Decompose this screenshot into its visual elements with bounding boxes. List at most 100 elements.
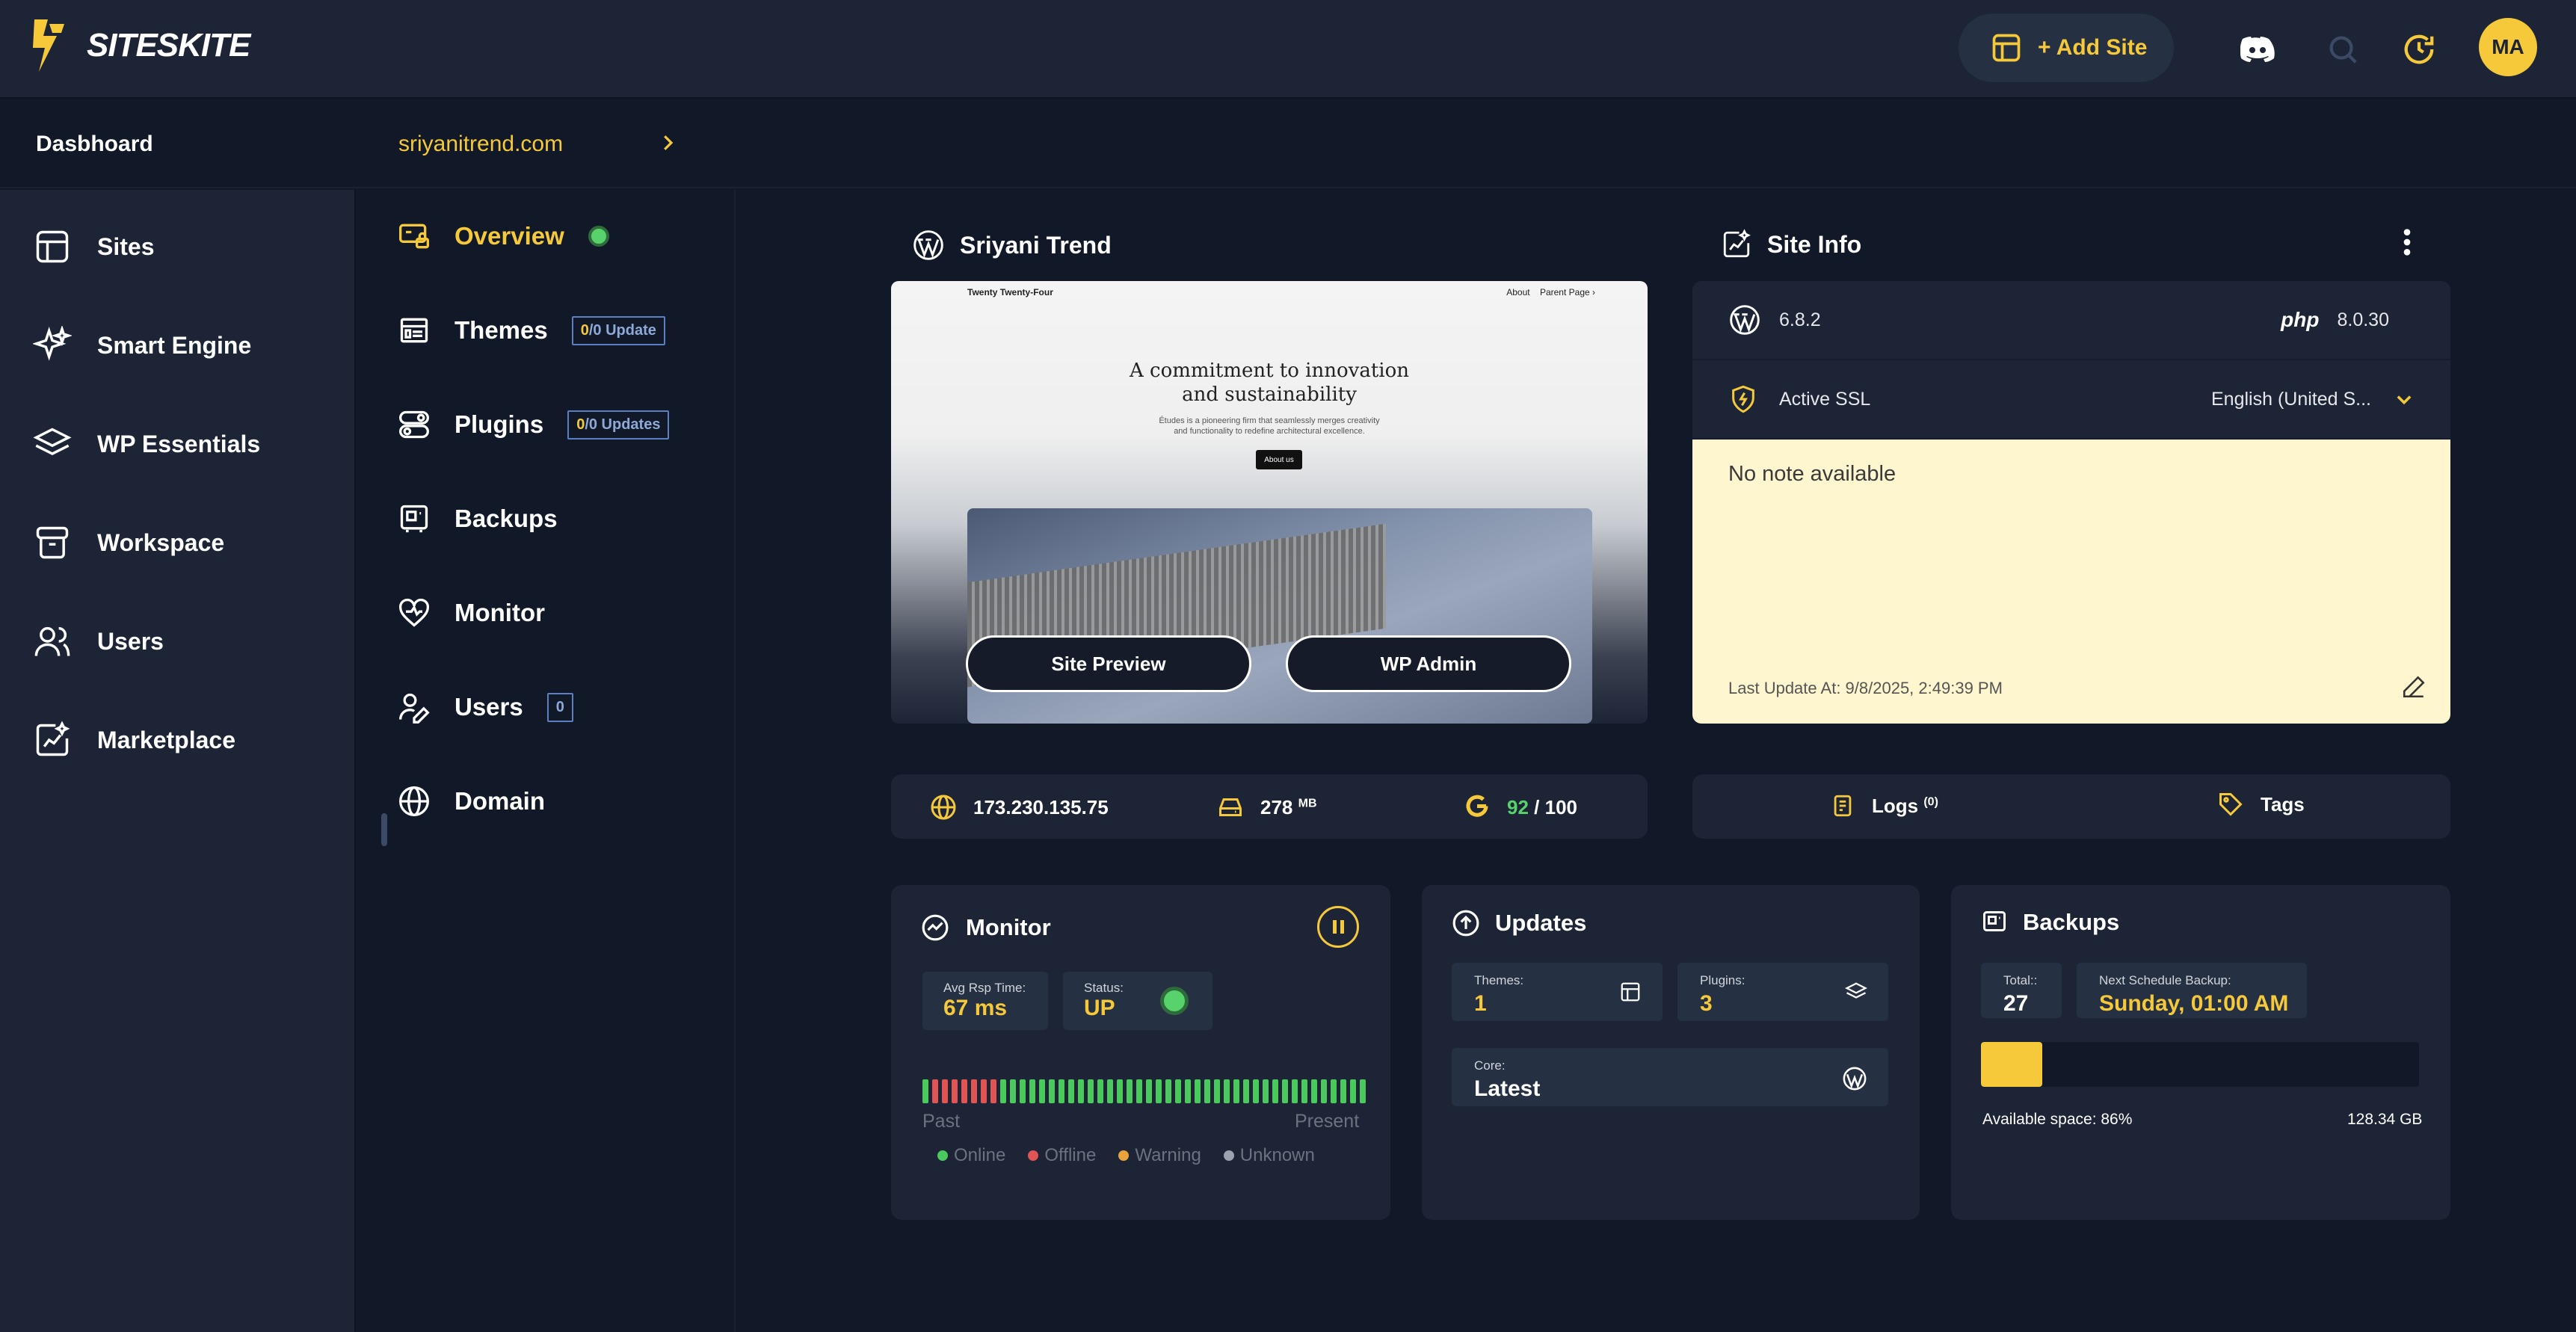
uptime-bar-online	[1146, 1079, 1152, 1103]
uptime-bar-online	[1350, 1079, 1356, 1103]
legend-offline: Offline	[1028, 1145, 1096, 1166]
uptime-legend: Online Offline Warning Unknown	[937, 1145, 1315, 1166]
tab-plugins[interactable]: Plugins 0/0 Updates	[398, 408, 670, 441]
sidebar-item-users[interactable]: Users	[33, 622, 164, 661]
sidebar-item-label: Marketplace	[97, 726, 235, 753]
site-info-icon	[1723, 229, 1751, 258]
site-info-title: Site Info	[1721, 229, 1861, 260]
uptime-bar-offline	[961, 1079, 967, 1103]
uptime-bar-offline	[932, 1079, 938, 1103]
logo-bolt-icon	[33, 19, 64, 72]
tab-overview[interactable]: Overview	[398, 220, 609, 253]
uptime-bar-online	[1185, 1079, 1191, 1103]
uptime-bar-online	[1156, 1079, 1162, 1103]
storage-usage-bar	[1981, 1042, 2419, 1087]
globe-icon	[399, 786, 429, 816]
search-icon[interactable]	[2322, 28, 2364, 70]
subnav-scrollbar[interactable]	[381, 813, 387, 846]
next-backup: Next Schedule Backup: Sunday, 01:00 AM	[2077, 963, 2307, 1018]
tab-domain-label: Domain	[455, 787, 546, 815]
logo[interactable]: SITESKITE	[31, 18, 250, 73]
tab-domain[interactable]: Domain	[398, 785, 545, 818]
discord-icon[interactable]	[2237, 28, 2278, 70]
user-edit-icon	[399, 693, 430, 724]
upload-circle-icon	[1452, 910, 1479, 937]
hard-drive-icon	[1219, 798, 1242, 816]
logs-tags-bar	[1692, 774, 2450, 839]
sidebar-item-workspace[interactable]: Workspace	[33, 523, 224, 562]
uptime-history	[922, 1079, 1366, 1103]
past-label: Past	[922, 1111, 961, 1132]
ssl-row: Active SSL English (United S...	[1692, 360, 2450, 440]
tab-backups[interactable]: Backups	[398, 502, 558, 535]
tab-monitor[interactable]: Monitor	[398, 596, 545, 629]
uptime-bar-online	[1078, 1079, 1084, 1103]
tab-themes-label: Themes	[455, 316, 548, 344]
preview-header: Twenty Twenty-Four About Parent Page ›	[967, 287, 1595, 297]
site-title: Sriyani Trend	[912, 229, 1112, 262]
status-indicator	[1160, 987, 1189, 1015]
themes-icon	[400, 318, 428, 343]
uptime-bar-online	[1195, 1079, 1201, 1103]
sidebar-item-sites[interactable]: Sites	[33, 227, 154, 266]
layout-icon	[36, 230, 69, 263]
layout-icon	[1992, 34, 2021, 62]
google-icon	[1466, 795, 1488, 817]
chevron-right-icon[interactable]	[656, 132, 679, 154]
sidebar-item-wp-essentials[interactable]: WP Essentials	[33, 425, 260, 463]
tab-themes[interactable]: Themes 0/0 Update	[398, 314, 665, 347]
preview-body: Études is a pioneering firm that seamles…	[1159, 416, 1380, 436]
sidebar-item-label: Smart Engine	[97, 331, 252, 359]
site-preview-thumbnail: Twenty Twenty-Four About Parent Page › A…	[891, 281, 1648, 724]
php-version: 8.0.30	[2337, 309, 2389, 330]
themes-updates[interactable]: Themes: 1	[1452, 963, 1663, 1021]
uptime-bar-online	[1107, 1079, 1113, 1103]
uptime-bar-online	[1360, 1079, 1366, 1103]
avatar[interactable]: MA	[2479, 18, 2537, 76]
uptime-bar-online	[1282, 1079, 1288, 1103]
uptime-bar-online	[1263, 1079, 1269, 1103]
users-icon	[34, 626, 70, 656]
plugins-toggle-icon	[399, 410, 429, 439]
wp-admin-button[interactable]: WP Admin	[1286, 635, 1571, 692]
uptime-bar-online	[922, 1079, 928, 1103]
sidebar-item-smart-engine[interactable]: Smart Engine	[33, 326, 251, 365]
core-updates[interactable]: Core: Latest	[1452, 1048, 1888, 1106]
themes-update-badge: 0/0 Update	[571, 315, 665, 345]
language-select[interactable]: English (United S...	[2211, 389, 2371, 410]
uptime-bar-online	[1136, 1079, 1142, 1103]
history-icon[interactable]	[2398, 28, 2440, 70]
uptime-bar-online	[1088, 1079, 1094, 1103]
brand-name: SITESKITE	[87, 27, 250, 64]
ip-stat: 173.230.135.75	[930, 794, 1109, 821]
legend-unknown: Unknown	[1223, 1145, 1315, 1166]
legend-online: Online	[937, 1145, 1005, 1166]
uptime-bar-online	[1331, 1079, 1337, 1103]
uptime-bar-online	[1127, 1079, 1133, 1103]
breadcrumb-dashboard[interactable]: Dasbhoard	[36, 132, 153, 157]
tab-users[interactable]: Users 0	[398, 691, 573, 724]
sidebar-item-label: Sites	[97, 232, 155, 260]
logs-button[interactable]: Logs (0)	[1830, 792, 1938, 819]
dashboard-lock-icon	[399, 223, 429, 249]
themes-icon	[1621, 982, 1640, 1002]
plugins-updates[interactable]: Plugins: 3	[1677, 963, 1888, 1021]
breadcrumb-site[interactable]: sriyanitrend.com	[398, 132, 563, 157]
pause-button[interactable]	[1317, 906, 1359, 948]
tags-button[interactable]: Tags	[2217, 791, 2305, 818]
storage-size: 128.34 GB	[2347, 1111, 2423, 1128]
uptime-bar-offline	[990, 1079, 996, 1103]
more-options-icon[interactable]	[2397, 227, 2418, 257]
preview-cta: About us	[1256, 450, 1302, 469]
add-site-button[interactable]: + Add Site	[1959, 13, 2174, 82]
plugins-update-badge: 0/0 Updates	[567, 410, 670, 440]
edit-pencil-icon[interactable]	[2401, 674, 2426, 700]
chevron-down-icon[interactable]	[2394, 389, 2415, 410]
uptime-bar-online	[1204, 1079, 1210, 1103]
present-label: Present	[1295, 1111, 1360, 1132]
uptime-bar-online	[1292, 1079, 1298, 1103]
uptime-bar-offline	[971, 1079, 977, 1103]
sidebar-item-marketplace[interactable]: Marketplace	[33, 721, 235, 759]
site-preview-button[interactable]: Site Preview	[966, 635, 1251, 692]
site-note[interactable]: No note available Last Update At: 9/8/20…	[1692, 440, 2450, 724]
